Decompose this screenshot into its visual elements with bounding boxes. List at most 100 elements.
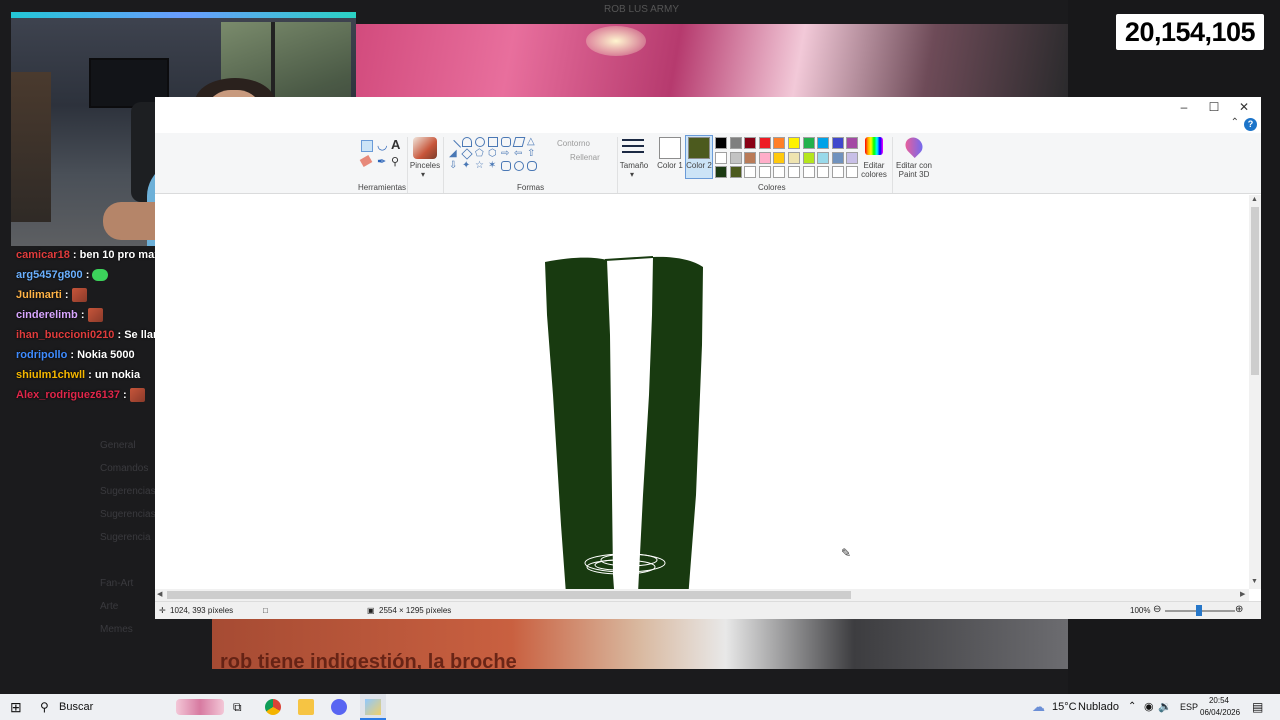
palette-swatch[interactable]: [802, 166, 815, 178]
palette-swatch[interactable]: [773, 151, 786, 164]
palette-swatch[interactable]: [758, 166, 771, 178]
paint-icon[interactable]: [365, 699, 381, 715]
arrow-left-icon[interactable]: ⇦: [514, 149, 524, 159]
palette-swatch[interactable]: [831, 151, 844, 164]
color-picker-icon[interactable]: ✒: [377, 155, 386, 168]
palette-swatch[interactable]: [788, 137, 800, 149]
taskbar-search[interactable]: Buscar: [59, 694, 93, 720]
weather-desc[interactable]: Nublado: [1078, 694, 1119, 720]
file-explorer-icon[interactable]: [298, 699, 314, 715]
language-indicator[interactable]: ESP: [1180, 694, 1198, 720]
vertical-scroll-thumb[interactable]: [1251, 207, 1259, 375]
star4-shape-icon[interactable]: ✦: [462, 161, 472, 171]
chevron-up-icon[interactable]: ⌃: [1128, 694, 1136, 720]
palette-swatch[interactable]: [802, 137, 815, 149]
help-icon[interactable]: ?: [1244, 118, 1257, 131]
rounded-rectangle-icon[interactable]: [501, 137, 511, 147]
circle-icon[interactable]: ◉: [1144, 694, 1154, 720]
arrow-up-icon[interactable]: ⇧: [527, 149, 537, 159]
palette-swatch[interactable]: [773, 137, 786, 149]
palette-swatch[interactable]: [817, 137, 830, 149]
chevron-down-icon[interactable]: ▾: [630, 170, 634, 179]
zoom-in-icon[interactable]: ⊕: [1235, 604, 1243, 615]
color2-label[interactable]: Color 2: [686, 161, 712, 170]
edit-paint3d-button[interactable]: Editar con Paint 3D: [894, 161, 934, 179]
chrome-icon[interactable]: [265, 699, 281, 715]
rectangle-shape-icon[interactable]: [488, 137, 498, 147]
diamond-shape-icon[interactable]: [461, 148, 473, 160]
maximize-icon[interactable]: ☐: [1199, 99, 1229, 115]
close-icon[interactable]: ✕: [1229, 99, 1259, 115]
color1-label[interactable]: Color 1: [657, 161, 683, 170]
task-view-icon[interactable]: ⧉: [233, 694, 242, 720]
triangle-shape-icon[interactable]: △: [527, 137, 537, 147]
palette-swatch[interactable]: [802, 151, 815, 164]
callout-cloud-icon[interactable]: [527, 161, 537, 171]
color2-swatch[interactable]: [688, 137, 710, 159]
pentagon-shape-icon[interactable]: ⬠: [475, 149, 485, 159]
line-size-icon[interactable]: [622, 139, 644, 157]
palette-swatch[interactable]: [831, 166, 844, 178]
eraser-icon[interactable]: [359, 155, 373, 167]
speaker-icon[interactable]: 🔉: [1158, 694, 1172, 720]
scroll-left-icon[interactable]: ◀: [157, 590, 162, 598]
palette-swatch[interactable]: [817, 166, 830, 178]
edit-colors-icon[interactable]: [865, 137, 883, 155]
windows-start-icon[interactable]: ⊞: [10, 694, 22, 720]
right-triangle-icon[interactable]: ◢: [449, 149, 459, 159]
oval-shape-icon[interactable]: [475, 137, 485, 147]
weather-temp[interactable]: 15°C: [1052, 694, 1077, 720]
palette-swatch[interactable]: [846, 137, 859, 149]
palette-swatch[interactable]: [817, 151, 830, 164]
curve-shape-icon[interactable]: [462, 137, 472, 147]
palette-swatch[interactable]: [729, 137, 742, 149]
clock-time[interactable]: 20:54: [1200, 695, 1238, 707]
star5-shape-icon[interactable]: ☆: [475, 161, 485, 171]
hexagon-shape-icon[interactable]: ⬡: [488, 149, 498, 159]
text-icon[interactable]: A: [391, 137, 400, 152]
palette-swatch[interactable]: [744, 166, 757, 178]
search-icon[interactable]: ⚲: [40, 694, 49, 720]
palette-swatch[interactable]: [729, 151, 742, 164]
polygon-shape-icon[interactable]: [512, 137, 526, 147]
pencil-icon[interactable]: [361, 140, 373, 152]
palette-swatch[interactable]: [744, 137, 757, 149]
palette-swatch[interactable]: [773, 166, 786, 178]
minimize-icon[interactable]: –: [1169, 99, 1199, 115]
collapse-ribbon-icon[interactable]: ⌃: [1231, 117, 1239, 128]
palette-swatch[interactable]: [788, 151, 800, 164]
arrow-right-icon[interactable]: ⇨: [501, 149, 511, 159]
star6-shape-icon[interactable]: ✶: [488, 161, 498, 171]
palette-swatch[interactable]: [788, 166, 800, 178]
palette-swatch[interactable]: [758, 137, 771, 149]
palette-swatch[interactable]: [715, 151, 727, 164]
fill-icon[interactable]: ◡: [377, 138, 387, 152]
palette-swatch[interactable]: [744, 151, 757, 164]
discord-icon[interactable]: [331, 699, 347, 715]
color1-swatch[interactable]: [659, 137, 681, 159]
scroll-right-icon[interactable]: ▶: [1240, 590, 1245, 598]
callout-rect-icon[interactable]: [501, 161, 511, 171]
zoom-slider-thumb[interactable]: [1196, 605, 1202, 616]
drawing-canvas[interactable]: ✎: [155, 195, 1249, 609]
vertical-scrollbar[interactable]: ▲ ▼: [1249, 195, 1261, 589]
outline-dropdown[interactable]: Contorno: [557, 139, 590, 148]
clock-date[interactable]: 06/04/2026: [1200, 707, 1240, 719]
notifications-icon[interactable]: ▤: [1252, 694, 1263, 720]
size-label[interactable]: Tamaño: [618, 161, 650, 170]
edit-colors-button[interactable]: Editar colores: [855, 161, 893, 179]
palette-swatch[interactable]: [729, 166, 742, 178]
scroll-up-icon[interactable]: ▲: [1251, 196, 1258, 203]
arrow-down-icon[interactable]: ⇩: [449, 161, 459, 171]
chevron-down-icon[interactable]: ▾: [421, 170, 425, 179]
palette-swatch[interactable]: [715, 137, 727, 149]
brush-icon[interactable]: [413, 137, 437, 159]
magnifier-icon[interactable]: ⚲: [391, 155, 399, 168]
palette-swatch[interactable]: [715, 166, 727, 178]
zoom-out-icon[interactable]: ⊖: [1153, 604, 1161, 615]
callout-oval-icon[interactable]: [514, 161, 524, 171]
scroll-down-icon[interactable]: ▼: [1251, 578, 1258, 585]
horizontal-scrollbar[interactable]: ◀ ▶: [155, 589, 1249, 601]
horizontal-scroll-thumb[interactable]: [167, 591, 851, 599]
palette-swatch[interactable]: [831, 137, 844, 149]
